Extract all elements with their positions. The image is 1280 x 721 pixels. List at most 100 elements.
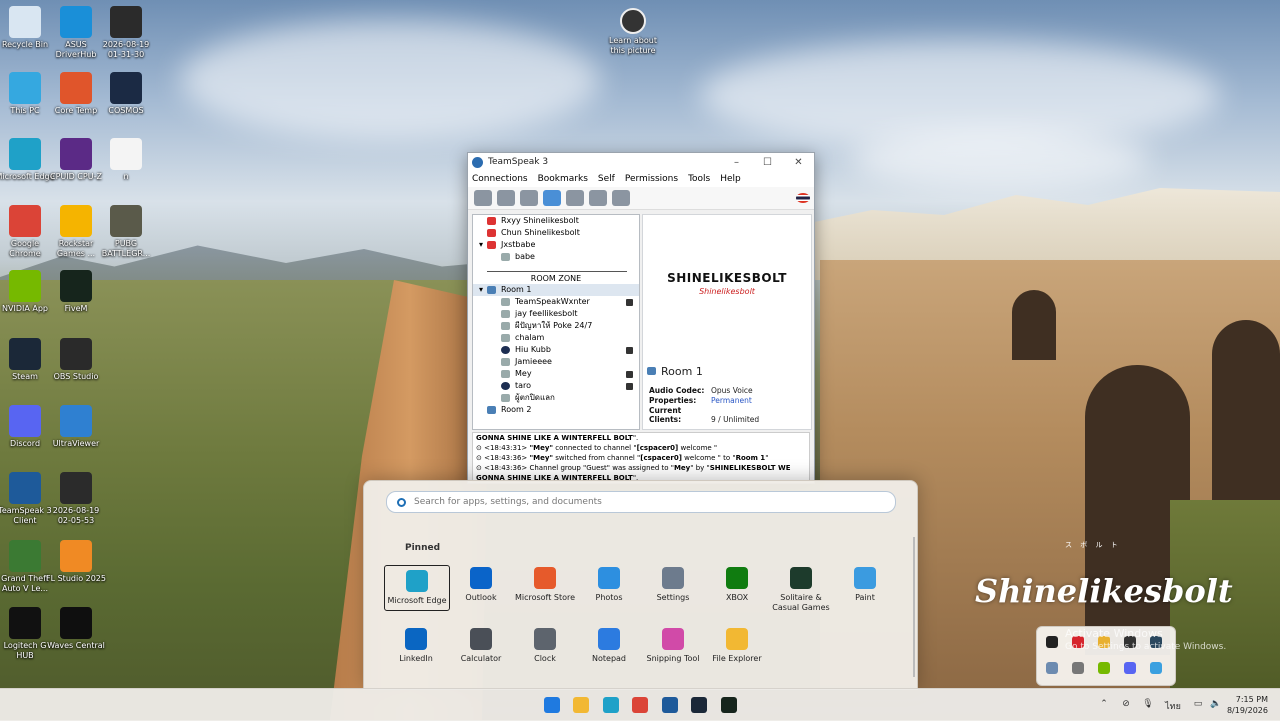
search-input[interactable]: Search for apps, settings, and documents <box>414 497 602 507</box>
mute-icon[interactable] <box>543 190 561 206</box>
bolt-icon[interactable] <box>612 190 630 206</box>
pinned-app-outlook[interactable]: Outlook <box>449 567 513 603</box>
channel-info-pane: SHINELIKESBOLT Shinelikesbolt Room 1 Aud… <box>642 214 812 430</box>
menu-item-help[interactable]: Help <box>720 174 741 184</box>
chevron-down-icon[interactable]: ▾ <box>479 285 483 294</box>
desktop-icon-label: NVIDIA App <box>2 304 48 313</box>
desktop-icon[interactable]: FiveM <box>45 270 107 314</box>
desktop-icon-label: TeamSpeak 3 Client <box>0 506 52 525</box>
minimize-button[interactable]: – <box>721 157 752 168</box>
client-row[interactable]: Jamieeee <box>473 356 639 368</box>
pinned-app-edge[interactable]: Microsoft Edge <box>384 565 450 611</box>
desktop-icon[interactable]: n <box>95 138 157 182</box>
start-search-box[interactable]: Search for apps, settings, and documents <box>386 491 896 513</box>
client-row[interactable]: ผู้ตกปิดแลก <box>473 392 639 404</box>
desktop-icon[interactable]: FL Studio 2025 <box>45 540 107 584</box>
chevron-up-icon[interactable]: ⌃ <box>1098 699 1110 711</box>
teamspeak-window[interactable]: TeamSpeak 3 – ☐ ✕ Connections Bookmarks Se… <box>467 152 815 484</box>
client-row[interactable]: chalam <box>473 332 639 344</box>
client-row[interactable]: TeamSpeakWxnter <box>473 296 639 308</box>
taskbar-chrome-icon[interactable] <box>632 697 648 713</box>
maximize-button[interactable]: ☐ <box>752 157 783 168</box>
tree-label: Jxstbabe <box>501 240 536 249</box>
pinned-app-clock[interactable]: Clock <box>513 628 577 664</box>
obs-tray-icon[interactable] <box>1046 636 1058 648</box>
taskbar-file-explorer-icon[interactable] <box>573 697 589 713</box>
chevron-down-icon[interactable]: ▾ <box>479 240 483 249</box>
pinned-app-paint[interactable]: Paint <box>833 567 897 603</box>
brand-kana: ス ボ ル ト <box>1065 541 1121 549</box>
client-row[interactable]: Mey <box>473 368 639 380</box>
client-row[interactable]: Rxyy Shinelikesbolt <box>473 215 639 227</box>
taskbar-steam-icon[interactable] <box>691 697 707 713</box>
channel-row[interactable]: Room 2 <box>473 404 639 416</box>
teamspeak-tray-icon[interactable] <box>1046 662 1058 674</box>
start-scrollbar[interactable] <box>913 537 915 677</box>
pinned-app-folder[interactable]: File Explorer <box>705 628 769 664</box>
taskbar-clock[interactable]: 7:15 PM 8/19/2026 <box>1227 694 1268 716</box>
desktop-icon[interactable]: 2026-08-19 02-05-53 <box>45 472 107 526</box>
pinned-app-snipping-tool[interactable]: Snipping Tool <box>641 628 705 664</box>
microphone-icon[interactable]: 🎙 <box>1142 699 1154 711</box>
pinned-app-xbox[interactable]: XBOX <box>705 567 769 603</box>
channel-tree[interactable]: Rxyy Shinelikesbolt Chun Shinelikesbolt ▾ J… <box>472 214 640 430</box>
away-status-icon <box>487 216 496 225</box>
pinned-app-calculator[interactable]: Calculator <box>449 628 513 664</box>
pen-tray-icon[interactable] <box>1072 662 1084 674</box>
thai-flag-icon[interactable] <box>796 193 810 203</box>
disconnect-icon[interactable] <box>497 190 515 206</box>
client-row[interactable]: Chun Shinelikesbolt <box>473 227 639 239</box>
display-icon[interactable]: ▭ <box>1192 699 1204 711</box>
learn-about-picture[interactable]: Learn about this picture <box>602 8 664 56</box>
channel-row[interactable]: ▾ Jxstbabe <box>473 239 639 251</box>
desktop-icon-label: Grand Theft Auto V Le... <box>1 574 49 593</box>
taskbar-start-icon[interactable] <box>544 697 560 713</box>
pinned-app-solitaire[interactable]: Solitaire & Casual Games <box>769 567 833 613</box>
chat-line: ⊙ <18:43:36> "Mey" switched from channel… <box>476 453 806 463</box>
client-row[interactable]: taro <box>473 380 639 392</box>
desktop-icon[interactable]: COSMOS <box>95 72 157 116</box>
pubg-icon <box>110 205 142 237</box>
client-row[interactable]: jay feellikesbolt <box>473 308 639 320</box>
menu-item-bookmarks[interactable]: Bookmarks <box>538 174 588 184</box>
pinned-app-linkedin[interactable]: LinkedIn <box>384 628 448 664</box>
channel-property: Properties: Permanent <box>649 396 752 405</box>
client-row[interactable]: ผีปัญหาให้ Poke 24/7 <box>473 320 639 332</box>
speaker-icon[interactable]: 🔈 <box>1210 699 1222 711</box>
pinned-app-store[interactable]: Microsoft Store <box>513 567 577 603</box>
chat-icon[interactable] <box>566 190 584 206</box>
activate-windows-title: Activate Windows <box>1065 627 1163 640</box>
desktop-icon[interactable]: Waves Central <box>45 607 107 651</box>
connect-icon[interactable] <box>474 190 492 206</box>
discord-tray-icon[interactable] <box>1124 662 1136 674</box>
taskbar-teamspeak-icon[interactable] <box>662 697 678 713</box>
chat-log[interactable]: GONNA SHINE LIKE A WINTERFELL BOLT". ⊙ <1… <box>472 432 810 482</box>
desktop-icon[interactable]: 2026-08-19 01-31-30 <box>95 6 157 60</box>
channel-row[interactable]: ▾ Room 1 <box>473 284 639 296</box>
desktop-icon[interactable]: UltraViewer <box>45 405 107 449</box>
menu-item-connections[interactable]: Connections <box>472 174 528 184</box>
language-indicator[interactable]: ไทย <box>1162 699 1184 712</box>
pinned-app-photos[interactable]: Photos <box>577 567 641 603</box>
teamspeak-titlebar[interactable]: TeamSpeak 3 – ☐ ✕ <box>468 153 814 171</box>
pinned-app-notepad[interactable]: Notepad <box>577 628 641 664</box>
desktop-icon[interactable]: PUBG BATTLEGR... <box>95 205 157 259</box>
wifi-tray-icon[interactable] <box>1150 662 1162 674</box>
pinned-app-gear[interactable]: Settings <box>641 567 705 603</box>
activate-windows-subtitle: Go to Settings to activate Windows. <box>1065 642 1227 652</box>
contacts-icon[interactable] <box>589 190 607 206</box>
nvidia-tray-icon[interactable] <box>1098 662 1110 674</box>
close-button[interactable]: ✕ <box>783 157 814 168</box>
channel-spacer-room-zone[interactable]: ROOM ZONE <box>473 272 639 284</box>
away-icon[interactable] <box>520 190 538 206</box>
menu-item-self[interactable]: Self <box>598 174 615 184</box>
desktop-icon[interactable]: OBS Studio <box>45 338 107 382</box>
menu-item-tools[interactable]: Tools <box>688 174 710 184</box>
client-row[interactable]: Hiu Kubb <box>473 344 639 356</box>
camera-off-icon[interactable]: ⊘ <box>1120 699 1132 711</box>
client-status-icon <box>501 252 510 261</box>
taskbar-edge-icon[interactable] <box>603 697 619 713</box>
taskbar-fivem-icon[interactable] <box>721 697 737 713</box>
client-row[interactable]: babe <box>473 251 639 263</box>
menu-item-permissions[interactable]: Permissions <box>625 174 678 184</box>
